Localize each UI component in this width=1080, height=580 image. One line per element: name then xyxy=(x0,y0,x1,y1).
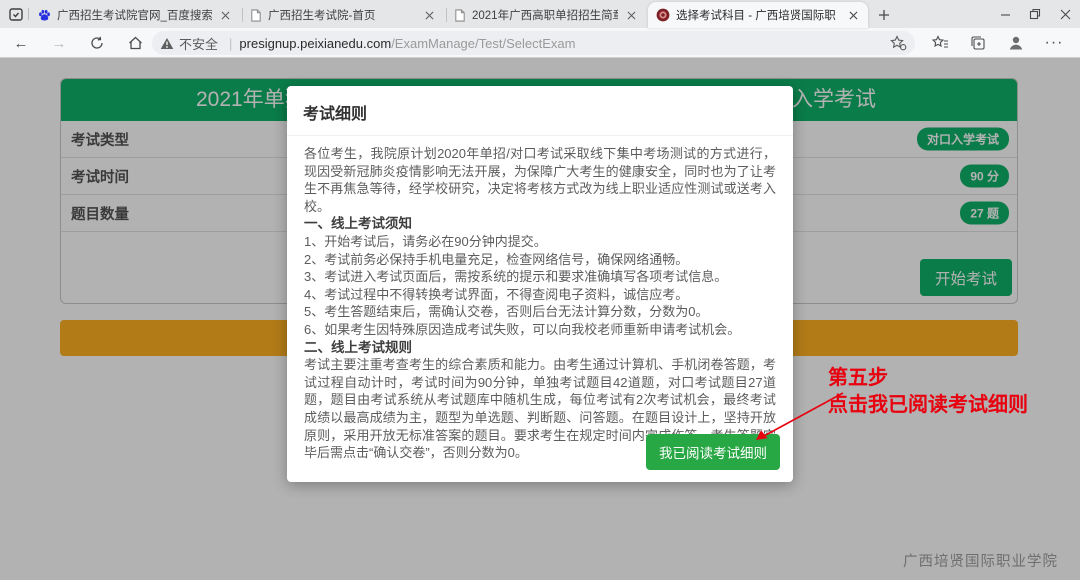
tab-strip: 广西招生考试院官网_百度搜索 广西招生考试院-首页 2021年广西高职单招招生简… xyxy=(0,0,1080,28)
rules-item: 4、考试过程中不得转换考试界面，不得查阅电子资料，诚信应考。 xyxy=(304,286,776,304)
rules-section1-title: 一、线上考试须知 xyxy=(304,215,776,233)
close-icon[interactable] xyxy=(422,8,436,22)
rules-intro: 各位考生，我院原计划2020年单招/对口考试采取线下集中考场测试的方式进行，现因… xyxy=(304,145,776,215)
tab-title: 广西招生考试院-首页 xyxy=(268,7,416,23)
divider: | xyxy=(229,36,232,51)
close-window-button[interactable] xyxy=(1050,0,1080,28)
rules-item: 6、如果考生因特殊原因造成考试失败，可以向我校老师重新申请考试机会。 xyxy=(304,321,776,339)
address-bar[interactable]: 不安全 | presignup.peixianedu.com /ExamMana… xyxy=(152,31,915,55)
new-tab-button[interactable] xyxy=(874,5,894,25)
back-icon[interactable]: ← xyxy=(10,32,32,54)
tab-gxzs-home[interactable]: 广西招生考试院-首页 xyxy=(242,2,444,28)
forward-icon[interactable]: → xyxy=(48,32,70,54)
modal-body: 各位考生，我院原计划2020年单招/对口考试采取线下集中考场测试的方式进行，现因… xyxy=(287,136,793,462)
browser-toolbar: ← → 不安全 | presignup.peixianedu.com /Exam… xyxy=(0,28,1080,58)
modal-title: 考试细则 xyxy=(287,86,793,136)
restore-button[interactable] xyxy=(1020,0,1050,28)
profile-avatar-icon[interactable] xyxy=(1004,32,1028,54)
divider xyxy=(28,8,29,20)
browser-window: 广西招生考试院官网_百度搜索 广西招生考试院-首页 2021年广西高职单招招生简… xyxy=(0,0,1080,580)
rules-item: 5、考生答题结束后，需确认交卷，否则后台无法计算分数，分数为0。 xyxy=(304,303,776,321)
peixian-logo-icon xyxy=(656,8,670,22)
not-secure-warning-icon[interactable] xyxy=(160,37,174,50)
favorites-bar-icon[interactable] xyxy=(928,32,952,54)
page-icon xyxy=(250,9,262,22)
url-path[interactable]: /ExamManage/Test/SelectExam xyxy=(391,36,575,51)
tab-actions-menu-icon[interactable] xyxy=(8,6,24,22)
refresh-icon[interactable] xyxy=(86,32,108,54)
tab-danzhao-guide[interactable]: 2021年广西高职单招招生简章及 xyxy=(446,2,646,28)
tab-title: 选择考试科目 - 广西培贤国际职 xyxy=(676,7,840,23)
rules-item: 1、开始考试后，请务必在90分钟内提交。 xyxy=(304,233,776,251)
not-secure-label[interactable]: 不安全 xyxy=(179,34,218,53)
watermark-school-name: 广西培贤国际职业学院 xyxy=(903,550,1058,571)
close-icon[interactable] xyxy=(624,8,638,22)
tab-title: 2021年广西高职单招招生简章及 xyxy=(472,7,618,23)
annotation-instruction: 点击我已阅读考试细则 xyxy=(828,388,1028,417)
minimize-button[interactable] xyxy=(990,0,1020,28)
collections-icon[interactable] xyxy=(966,32,990,54)
tab-select-exam-active[interactable]: 选择考试科目 - 广西培贤国际职 xyxy=(648,2,868,28)
exam-rules-modal: 考试细则 各位考生，我院原计划2020年单招/对口考试采取线下集中考场测试的方式… xyxy=(287,86,793,482)
close-icon[interactable] xyxy=(218,8,232,22)
more-menu-icon[interactable]: ··· xyxy=(1042,32,1066,54)
rules-item: 3、考试进入考试页面后，需按系统的提示和要求准确填写各项考试信息。 xyxy=(304,268,776,286)
page-icon xyxy=(454,9,466,22)
add-favorite-icon[interactable] xyxy=(890,35,907,51)
window-controls xyxy=(990,0,1080,28)
rules-item: 2、考试前务必保持手机电量充足，检查网络信号，确保网络通畅。 xyxy=(304,251,776,269)
close-icon[interactable] xyxy=(846,8,860,22)
tab-title: 广西招生考试院官网_百度搜索 xyxy=(57,7,212,23)
rules-section2-title: 二、线上考试规则 xyxy=(304,339,776,357)
url-host[interactable]: presignup.peixianedu.com xyxy=(239,36,391,51)
tab-baidu-search[interactable]: 广西招生考试院官网_百度搜索 xyxy=(30,2,240,28)
baidu-icon xyxy=(38,9,51,22)
annotation-arrow-icon xyxy=(740,385,852,451)
home-icon[interactable] xyxy=(124,32,146,54)
